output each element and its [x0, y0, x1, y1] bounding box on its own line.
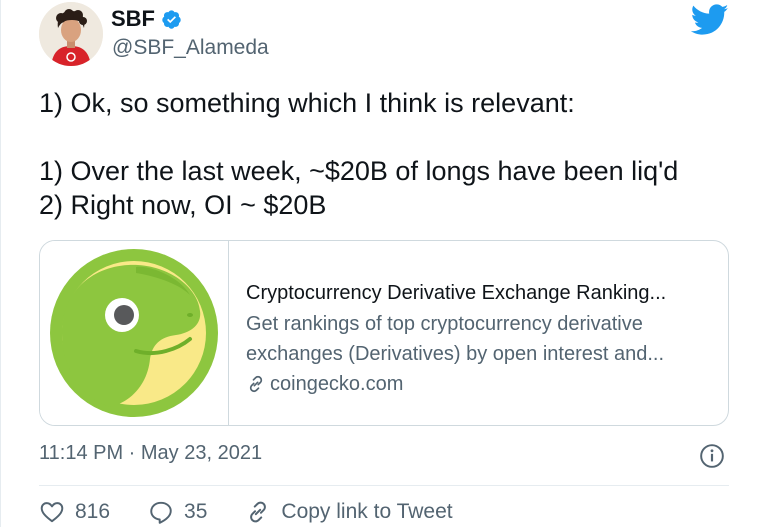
copy-link-button[interactable]: Copy link to Tweet	[245, 499, 453, 525]
info-icon[interactable]	[699, 443, 725, 469]
link-preview-card[interactable]: Cryptocurrency Derivative Exchange Ranki…	[39, 240, 729, 426]
link-preview-body: Cryptocurrency Derivative Exchange Ranki…	[246, 279, 716, 399]
link-description-line-2: exchanges (Derivatives) by open interest…	[246, 343, 664, 365]
reply-button[interactable]: 35	[148, 499, 207, 525]
avatar[interactable]	[39, 2, 103, 66]
divider	[39, 485, 729, 486]
link-domain[interactable]: coingecko.com	[246, 369, 716, 399]
like-count: 816	[75, 500, 111, 523]
tweet-line-1: 1) Ok, so something which I think is rel…	[39, 88, 575, 118]
link-icon	[249, 375, 263, 393]
link-domain-text: coingecko.com	[270, 373, 404, 395]
tweet-card: SBF @SBF_Alameda 1) Ok, so something whi…	[0, 0, 762, 527]
display-name[interactable]: SBF	[111, 6, 182, 32]
tweet-actions: 816 35 Copy link to Tweet	[39, 497, 491, 527]
user-handle[interactable]: @SBF_Alameda	[112, 36, 269, 60]
tweet-timestamp[interactable]: 11:14 PM · May 23, 2021	[39, 442, 262, 465]
reply-bubble-icon	[150, 501, 172, 524]
heart-icon	[40, 502, 64, 523]
twitter-bird-icon[interactable]	[691, 4, 729, 36]
tweet-line-3: 2) Right now, OI ~ $20B	[39, 190, 327, 220]
reply-count: 35	[184, 500, 208, 523]
link-title[interactable]: Cryptocurrency Derivative Exchange Ranki…	[246, 279, 716, 307]
verified-badge-icon	[162, 9, 181, 29]
like-button[interactable]: 816	[39, 499, 110, 525]
tweet-line-2: 1) Over the last week, ~$20B of longs ha…	[39, 156, 679, 186]
copy-link-label: Copy link to Tweet	[281, 500, 453, 523]
coingecko-logo	[40, 241, 229, 425]
link-description: Get rankings of top cryptocurrency deriv…	[246, 309, 716, 369]
display-name-text[interactable]: SBF	[111, 6, 155, 32]
link-description-line-1: Get rankings of top cryptocurrency deriv…	[246, 313, 643, 335]
tweet-text: 1) Ok, so something which I think is rel…	[39, 86, 739, 222]
link-chain-icon	[250, 501, 267, 523]
